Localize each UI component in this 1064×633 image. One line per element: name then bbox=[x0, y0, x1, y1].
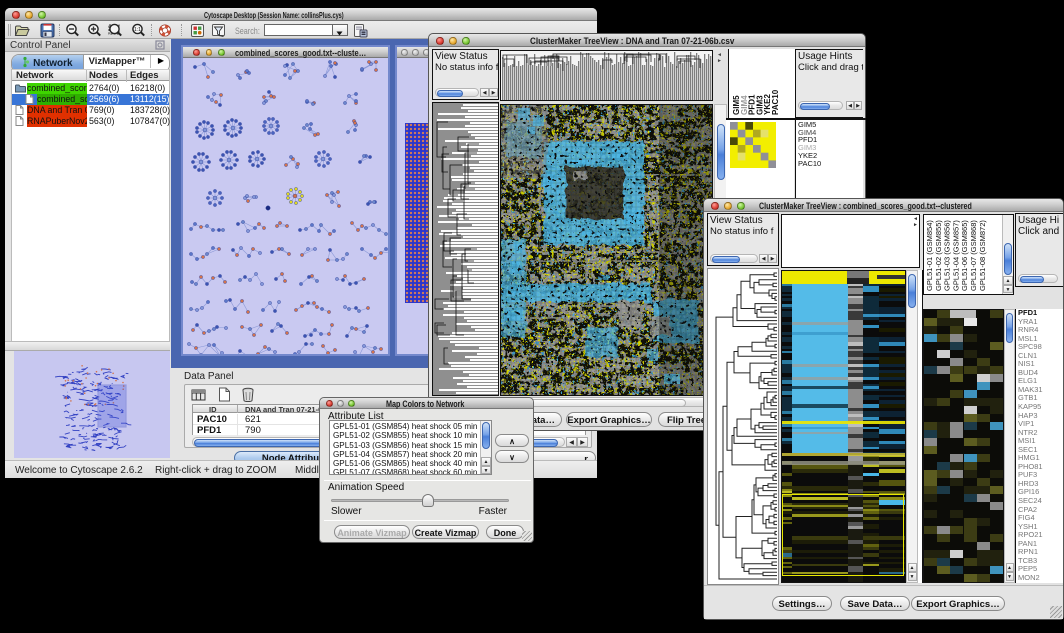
svg-text:GPL51-02 (GSM855): GPL51-02 (GSM855) bbox=[934, 220, 943, 291]
svg-text:GPL51-04 (GSM857): GPL51-04 (GSM857) bbox=[951, 220, 960, 291]
svg-text:1:1: 1:1 bbox=[134, 27, 141, 33]
svg-text:GPL51-08 (GSM872): GPL51-08 (GSM872) bbox=[978, 220, 987, 291]
svg-text:GPL51-06 (GSM865): GPL51-06 (GSM865) bbox=[960, 220, 969, 291]
svg-text:PAC10: PAC10 bbox=[771, 89, 780, 115]
svg-text:GPL51-07 (GSM868): GPL51-07 (GSM868) bbox=[969, 220, 978, 291]
svg-text:GPL51-01 (GSM854): GPL51-01 (GSM854) bbox=[925, 220, 934, 291]
svg-text:GPL51-03 (GSM856): GPL51-03 (GSM856) bbox=[943, 220, 952, 291]
